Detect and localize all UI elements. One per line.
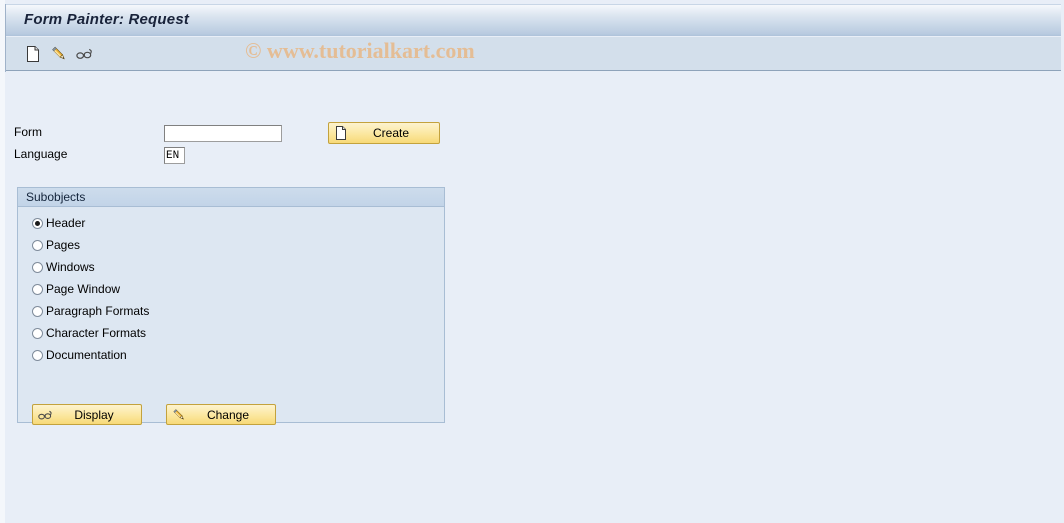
radio-documentation-label: Documentation — [46, 348, 127, 362]
radio-indicator-icon — [32, 327, 43, 339]
window-left-gutter — [0, 0, 5, 523]
radio-header-label: Header — [46, 216, 86, 230]
radio-paragraph-formats[interactable]: Paragraph Formats — [32, 302, 149, 320]
site-watermark: © www.tutorialkart.com — [245, 38, 475, 63]
radio-character-formats-label: Character Formats — [46, 326, 147, 340]
create-button[interactable]: Create — [328, 122, 440, 144]
page-title: Form Painter: Request — [24, 11, 190, 28]
radio-indicator-icon — [32, 349, 43, 361]
radio-documentation[interactable]: Documentation — [32, 346, 127, 364]
display-button-label: Display — [74, 407, 114, 422]
radio-indicator-icon — [32, 239, 43, 251]
create-button-document-icon — [333, 125, 349, 141]
radio-indicator-icon — [32, 261, 43, 273]
language-input[interactable] — [164, 147, 185, 164]
radio-header[interactable]: Header — [32, 214, 85, 232]
form-label: Form — [14, 125, 42, 139]
selection-screen: Form Language Create Subobjects — [6, 72, 1064, 523]
radio-pages-label: Pages — [46, 238, 81, 252]
change-button[interactable]: Change — [166, 404, 276, 425]
change-button-label: Change — [206, 407, 250, 422]
radio-character-formats[interactable]: Character Formats — [32, 324, 146, 342]
change-button-pencil-icon — [171, 407, 187, 423]
application-toolbar — [6, 37, 1061, 71]
display-button-glasses-icon — [37, 407, 53, 423]
radio-indicator-icon — [32, 305, 43, 317]
sap-application-window: Form Painter: Request © www.tutorialkart… — [0, 0, 1064, 523]
create-button-label: Create — [372, 126, 410, 140]
change-pencil-icon[interactable] — [49, 44, 69, 64]
radio-indicator-icon — [32, 217, 43, 229]
radio-page-window[interactable]: Page Window — [32, 280, 120, 298]
radio-paragraph-formats-label: Paragraph Formats — [46, 304, 150, 318]
radio-indicator-icon — [32, 283, 43, 295]
create-icon[interactable] — [23, 44, 43, 64]
radio-windows-label: Windows — [46, 260, 95, 274]
language-label: Language — [14, 147, 68, 161]
form-input[interactable] — [164, 125, 282, 142]
language-field-row: Language — [6, 147, 466, 165]
subobjects-group-title: Subobjects — [18, 188, 444, 207]
radio-windows[interactable]: Windows — [32, 258, 95, 276]
display-button[interactable]: Display — [32, 404, 142, 425]
subobjects-group-box: Subobjects Header Pages Windows Page Win… — [17, 187, 445, 425]
display-glasses-icon[interactable] — [74, 44, 94, 64]
window-title-bar: Form Painter: Request — [6, 4, 1061, 36]
subobjects-group-body: Header Pages Windows Page Window Paragra — [18, 208, 444, 425]
radio-pages[interactable]: Pages — [32, 236, 80, 254]
radio-page-window-label: Page Window — [46, 282, 121, 296]
